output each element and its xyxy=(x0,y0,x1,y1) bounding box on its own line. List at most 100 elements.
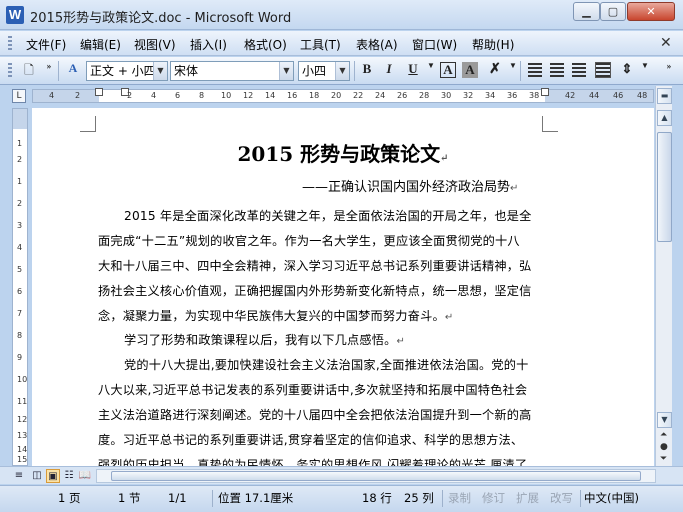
underline-dropdown-icon[interactable]: ▼ xyxy=(422,61,440,79)
text-line[interactable]: 党的十八大提出,要加快建设社会主义法治国家,全面推进依法治国。党的十 xyxy=(124,355,529,373)
character-shading-button[interactable]: A xyxy=(462,62,478,78)
horizontal-scrollbar[interactable] xyxy=(96,469,656,483)
tab-selector-icon[interactable]: L xyxy=(12,89,26,103)
web-view-icon[interactable]: ◫ xyxy=(30,469,44,483)
vruler-tick: 6 xyxy=(17,287,23,296)
ruler-tick: 6 xyxy=(175,91,181,100)
ruler-tick: 4 xyxy=(49,91,55,100)
toolbar-more-icon[interactable]: » xyxy=(660,61,678,79)
justify-icon[interactable] xyxy=(595,62,611,78)
reading-view-icon[interactable]: 📖 xyxy=(78,469,92,483)
right-indent-marker[interactable] xyxy=(541,88,549,96)
status-track-changes[interactable]: 修订 xyxy=(482,490,505,507)
ruler-tick: 48 xyxy=(637,91,648,100)
maximize-button[interactable]: ▢ xyxy=(600,2,626,21)
text-line[interactable]: 主义法治道路进行深刻阐述。党的十八届四中全会把依法治国提升到一个新的高 xyxy=(98,405,532,423)
toolbar-grip[interactable] xyxy=(8,63,12,78)
vertical-ruler[interactable]: 1 2 1 2 3 4 5 6 7 8 9 10 11 12 13 14 15 xyxy=(12,108,28,466)
text-line[interactable]: 2015 年是全面深化改革的关键之年，是全面依法治国的开局之年，也是全 xyxy=(124,206,532,224)
scroll-down-icon[interactable]: ▼ xyxy=(657,412,672,428)
toolbar-options-icon[interactable]: » xyxy=(40,61,58,79)
ruler-tick: 28 xyxy=(419,91,430,100)
document-area[interactable]: 2015 形势与政策论文↵ ——正确认识国内国外经济政治局势↵ 2015 年是全… xyxy=(32,108,654,466)
menubar-grip[interactable] xyxy=(8,36,12,51)
menu-insert[interactable]: 插入(I) xyxy=(190,36,227,53)
status-bar: 1 页 1 节 1/1 位置 17.1厘米 18 行 25 列 录制 修订 扩展… xyxy=(0,485,683,512)
title-bar: W 2015形势与政策论文.doc - Microsoft Word ▁ ▢ ✕ xyxy=(0,0,683,30)
align-center-icon[interactable] xyxy=(550,63,564,77)
left-indent-marker[interactable] xyxy=(95,88,103,96)
normal-view-icon[interactable]: ≡ xyxy=(12,469,26,483)
browse-object-icon[interactable]: ● xyxy=(660,442,668,452)
scroll-up-icon[interactable]: ▲ xyxy=(657,110,672,126)
menu-file[interactable]: 文件(F) xyxy=(26,36,66,53)
document-close-icon[interactable]: ✕ xyxy=(660,35,672,51)
align-right-icon[interactable] xyxy=(572,63,586,77)
outline-view-icon[interactable]: ☷ xyxy=(62,469,76,483)
status-column: 25 列 xyxy=(404,491,434,505)
menu-window[interactable]: 窗口(W) xyxy=(412,36,457,53)
character-border-button[interactable]: A xyxy=(440,62,456,78)
next-page-icon[interactable]: ⏷ xyxy=(660,454,667,464)
minimize-button[interactable]: ▁ xyxy=(573,2,600,21)
status-record[interactable]: 录制 xyxy=(448,490,471,507)
font-size-combo[interactable]: 小四 ▼ xyxy=(298,61,350,81)
status-extend[interactable]: 扩展 xyxy=(516,490,539,507)
menu-format[interactable]: 格式(O) xyxy=(244,36,287,53)
bold-button[interactable]: B xyxy=(358,61,376,79)
vruler-tick: 14 xyxy=(17,445,28,454)
document-title[interactable]: 2015 形势与政策论文↵ xyxy=(32,138,654,167)
new-document-icon[interactable]: 🗋 xyxy=(20,61,38,79)
line-spacing-dropdown-icon[interactable]: ▼ xyxy=(636,61,654,79)
underline-button[interactable]: U xyxy=(404,61,422,79)
text-line[interactable]: 扬社会主义核心价值观，正确把握国内外形势新变化新特点，统一思想，坚定信 xyxy=(98,281,532,299)
change-case-icon[interactable]: ✗ xyxy=(486,61,504,79)
chevron-down-icon[interactable]: ▼ xyxy=(153,62,167,80)
ruler-tick: 12 xyxy=(243,91,254,100)
previous-page-icon[interactable]: ⏶ xyxy=(660,430,667,440)
ruler-tick: 10 xyxy=(221,91,232,100)
line-spacing-icon[interactable]: ⇕ xyxy=(618,61,636,79)
text-line[interactable]: 大和十八届三中、四中全会精神，深入学习习近平总书记系列重要讲话精神，弘 xyxy=(98,256,532,274)
text-line[interactable]: 八大以来,习近平总书记发表的系列重要讲话中,多次就坚持和拓展中国特色社会 xyxy=(98,380,527,398)
text-line[interactable]: 强烈的历史担当、真挚的为民情怀、务实的思想作风,闪耀着理论的光芒,厘清了 xyxy=(98,455,527,466)
horizontal-scroll-thumb[interactable] xyxy=(111,471,641,481)
document-subtitle[interactable]: ——正确认识国内国外经济政治局势↵ xyxy=(302,176,518,195)
word-app-icon[interactable]: W xyxy=(6,6,24,24)
margin-corner-mark xyxy=(542,116,558,132)
chevron-down-icon[interactable]: ▼ xyxy=(335,62,349,80)
vertical-scrollbar[interactable]: ▬ ▲ ▼ ⏶ ● ⏷ xyxy=(655,86,672,466)
menu-edit[interactable]: 编辑(E) xyxy=(80,36,121,53)
style-combo[interactable]: 正文 + 小四 ▼ xyxy=(86,61,168,81)
status-language[interactable]: 中文(中国) xyxy=(584,490,639,507)
scroll-thumb[interactable] xyxy=(657,132,672,242)
menu-tools[interactable]: 工具(T) xyxy=(300,36,341,53)
close-button[interactable]: ✕ xyxy=(627,2,675,21)
text-line[interactable]: 学习了形势和政策课程以后，我有以下几点感悟。↵ xyxy=(124,330,405,348)
text-line[interactable]: 念，凝聚力量，为实现中华民族伟大复兴的中国梦而努力奋斗。↵ xyxy=(98,306,453,324)
chevron-down-icon[interactable]: ▼ xyxy=(279,62,293,80)
menu-help[interactable]: 帮助(H) xyxy=(472,36,514,53)
ruler-tick: 16 xyxy=(287,91,298,100)
text-line[interactable]: 面完成“十二五”规划的收官之年。作为一名大学生，更应该全面贯彻党的十八 xyxy=(98,231,520,249)
ruler-tick: 24 xyxy=(375,91,386,100)
menu-view[interactable]: 视图(V) xyxy=(134,36,176,53)
document-page[interactable]: 2015 形势与政策论文↵ ——正确认识国内国外经济政治局势↵ 2015 年是全… xyxy=(32,108,654,466)
print-layout-view-icon[interactable]: ▣ xyxy=(46,469,60,483)
split-handle-icon[interactable]: ▬ xyxy=(657,88,672,104)
vruler-tick: 11 xyxy=(17,397,28,406)
styles-pane-icon[interactable]: A xyxy=(64,61,82,79)
menu-bar: 文件(F) 编辑(E) 视图(V) 插入(I) 格式(O) 工具(T) 表格(A… xyxy=(0,31,683,56)
vruler-tick: 8 xyxy=(17,331,23,340)
align-left-icon[interactable] xyxy=(528,63,542,77)
status-line: 18 行 xyxy=(362,491,392,505)
vruler-tick: 3 xyxy=(17,221,23,230)
status-overtype[interactable]: 改写 xyxy=(550,490,573,507)
horizontal-ruler[interactable]: 4 2 2 4 6 8 10 12 14 16 18 20 22 24 26 2… xyxy=(32,88,654,103)
font-size-value: 小四 xyxy=(302,64,327,78)
vruler-tick: 13 xyxy=(17,431,28,440)
font-combo[interactable]: 宋体 ▼ xyxy=(170,61,294,81)
menu-table[interactable]: 表格(A) xyxy=(356,36,398,53)
italic-button[interactable]: I xyxy=(380,61,398,79)
text-line[interactable]: 度。习近平总书记的系列重要讲话,贯穿着坚定的信仰追求、科学的思想方法、 xyxy=(98,430,523,448)
